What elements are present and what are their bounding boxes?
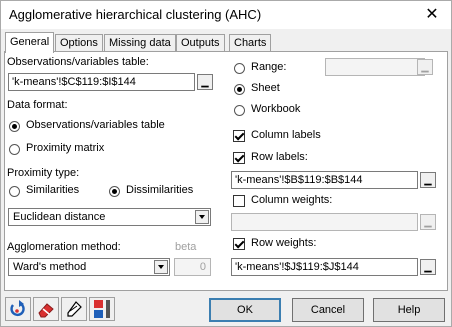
- radio-similarities[interactable]: [9, 186, 20, 197]
- obs-var-field[interactable]: 'k-means'!$C$119:$I$144: [8, 73, 195, 91]
- title-bar: Agglomerative hierarchical clustering (A…: [1, 1, 451, 29]
- tab-outputs[interactable]: Outputs: [176, 34, 225, 52]
- row-labels-select-button[interactable]: ▁: [420, 172, 436, 188]
- row-weights-field[interactable]: 'k-means'!$J$119:$J$144: [231, 258, 418, 276]
- radio-range-label: Range:: [251, 61, 287, 73]
- close-button[interactable]: ✕: [417, 3, 447, 27]
- row-weights-label: Row weights:: [251, 237, 317, 249]
- radio-dissimilarities[interactable]: [109, 186, 120, 197]
- column-weights-select-button[interactable]: ▁: [420, 214, 436, 230]
- radio-proximity-matrix[interactable]: [9, 144, 20, 155]
- selection-button[interactable]: [61, 297, 87, 321]
- selection-icon: [67, 301, 82, 317]
- ahc-dialog: Agglomerative hierarchical clustering (A…: [0, 0, 452, 327]
- radio-workbook-label: Workbook: [251, 103, 301, 115]
- reset-button[interactable]: [5, 297, 31, 321]
- window-title: Agglomerative hierarchical clustering (A…: [9, 7, 262, 22]
- distance-select[interactable]: Euclidean distance: [8, 208, 211, 226]
- tab-charts[interactable]: Charts: [229, 34, 272, 52]
- agglomeration-label: Agglomeration method:: [7, 241, 121, 253]
- proximity-type-label: Proximity type:: [7, 167, 80, 179]
- column-labels-checkbox[interactable]: [233, 130, 245, 142]
- general-panel: Observations/variables table: 'k-means'!…: [4, 51, 448, 291]
- tab-missing-data[interactable]: Missing data: [104, 34, 176, 52]
- eraser-icon: [38, 303, 54, 318]
- agglomeration-select-value: Ward's method: [13, 261, 87, 273]
- range-select-button[interactable]: ▁: [417, 59, 433, 75]
- row-weights-checkbox[interactable]: [233, 238, 245, 250]
- chevron-down-icon[interactable]: [195, 210, 209, 224]
- eraser-button[interactable]: [33, 297, 59, 321]
- color-switch-button[interactable]: [89, 297, 115, 321]
- ok-button[interactable]: OK: [209, 298, 281, 322]
- column-weights-checkbox[interactable]: [233, 195, 245, 207]
- radio-similarities-label: Similarities: [26, 184, 80, 196]
- cancel-button[interactable]: Cancel: [292, 298, 364, 322]
- radio-workbook[interactable]: [234, 105, 245, 116]
- bottom-bar: OK Cancel Help: [1, 293, 451, 327]
- column-labels-label: Column labels: [251, 129, 321, 141]
- radio-range[interactable]: [234, 63, 245, 74]
- radio-obs-var-table[interactable]: [9, 121, 20, 132]
- chevron-down-icon[interactable]: [154, 260, 168, 274]
- column-weights-label: Column weights:: [251, 194, 333, 206]
- distance-select-value: Euclidean distance: [13, 211, 106, 223]
- radio-dissimilarities-label: Dissimilarities: [126, 184, 194, 196]
- agglomeration-select[interactable]: Ward's method: [8, 258, 170, 276]
- row-weights-select-button[interactable]: ▁: [420, 259, 436, 275]
- column-weights-field[interactable]: [231, 213, 418, 231]
- data-format-label: Data format:: [7, 99, 68, 111]
- obs-var-select-button[interactable]: ▁: [197, 74, 213, 90]
- radio-sheet-label: Sheet: [251, 82, 280, 94]
- color-switch-icon: [94, 300, 110, 318]
- tab-options[interactable]: Options: [55, 34, 103, 52]
- range-field[interactable]: [325, 58, 425, 76]
- reset-icon: [10, 300, 25, 317]
- obs-var-label: Observations/variables table:: [7, 56, 149, 68]
- radio-obs-var-table-label: Observations/variables table: [26, 119, 165, 131]
- row-labels-checkbox[interactable]: [233, 152, 245, 164]
- row-labels-label: Row labels:: [251, 151, 308, 163]
- radio-sheet[interactable]: [234, 84, 245, 95]
- radio-proximity-matrix-label: Proximity matrix: [26, 142, 105, 154]
- row-labels-field[interactable]: 'k-means'!$B$119:$B$144: [231, 171, 418, 189]
- help-button[interactable]: Help: [373, 298, 445, 322]
- beta-label: beta: [175, 241, 197, 253]
- beta-field[interactable]: 0: [174, 258, 211, 276]
- tab-general[interactable]: General: [5, 32, 55, 53]
